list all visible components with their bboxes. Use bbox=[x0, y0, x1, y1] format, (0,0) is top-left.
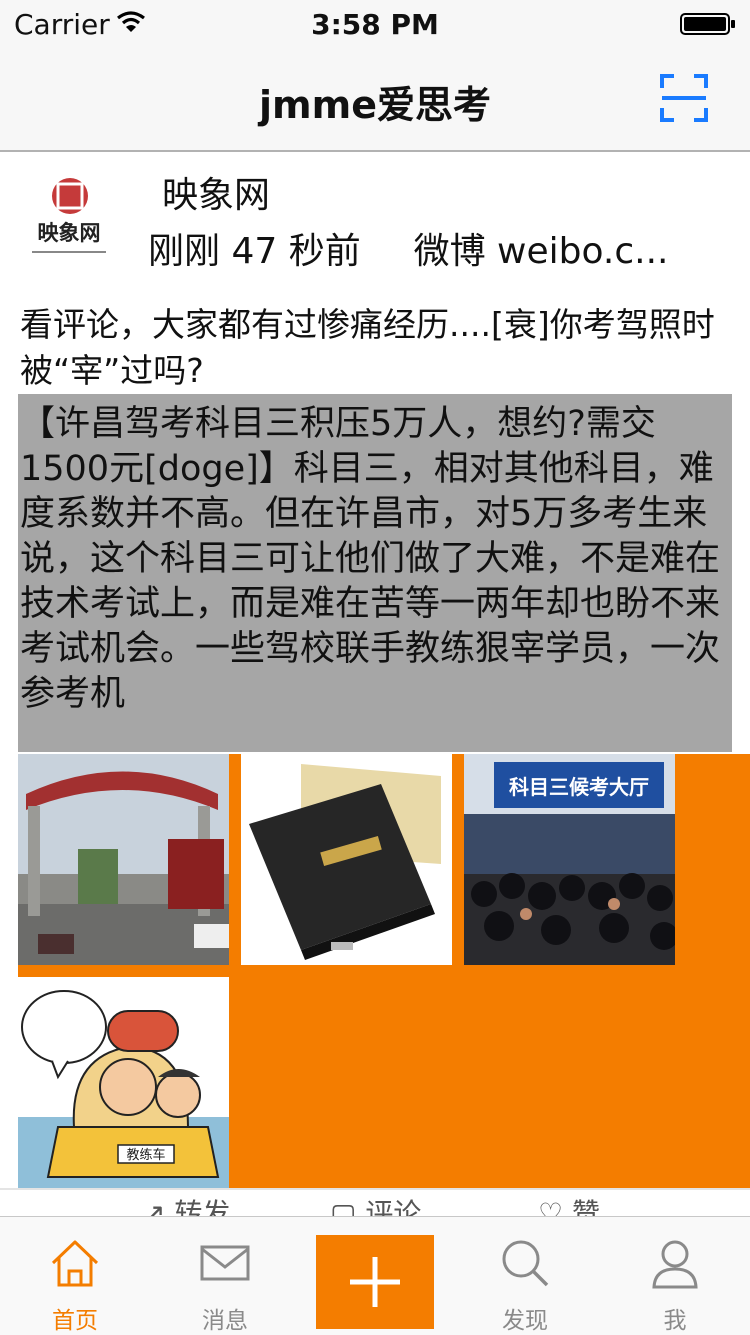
image-grid: 科目三候考大厅 教练车 bbox=[18, 754, 750, 1188]
comment-button[interactable]: ▢ 评论 bbox=[330, 1192, 421, 1216]
home-icon bbox=[51, 1240, 99, 1287]
status-bar: Carrier 3:58 PM bbox=[0, 0, 750, 50]
comment-icon: ▢ bbox=[330, 1197, 357, 1216]
post-time: 刚刚 47 秒前 bbox=[148, 231, 361, 272]
tab-discover-label: 发现 bbox=[502, 1308, 548, 1334]
search-icon bbox=[502, 1240, 549, 1287]
page-title: jmme爱思考 bbox=[259, 83, 491, 127]
repost-icon: ↗ bbox=[142, 1197, 166, 1216]
tab-me[interactable]: 我 bbox=[600, 1217, 750, 1335]
avatar[interactable]: 映象网 bbox=[20, 168, 118, 266]
tab-messages-label: 消息 bbox=[202, 1308, 248, 1334]
post-action-bar: ↗ 转发 ▢ 评论 ♡ 赞 bbox=[0, 1188, 750, 1216]
svg-text:教练车: 教练车 bbox=[126, 1147, 165, 1163]
like-button[interactable]: ♡ 赞 bbox=[538, 1192, 600, 1216]
post-text: 看评论，大家都有过惨痛经历....[衰]你考驾照时被“宰”过吗? bbox=[20, 305, 715, 390]
profile-icon bbox=[652, 1240, 698, 1289]
yingxiang-logo: 映象网 bbox=[20, 168, 118, 266]
tab-bar: 首页 消息 发现 我 bbox=[0, 1216, 750, 1335]
photo-exam-hall[interactable]: 科目三候考大厅 bbox=[464, 754, 675, 965]
post-source[interactable]: 微博 weibo.c... bbox=[414, 231, 669, 272]
like-icon: ♡ bbox=[538, 1197, 564, 1216]
photo-gate[interactable] bbox=[18, 754, 229, 965]
scan-icon[interactable] bbox=[660, 74, 708, 122]
author-name[interactable]: 映象网 bbox=[162, 166, 270, 218]
battery-icon bbox=[680, 13, 735, 35]
photo-license-book[interactable] bbox=[241, 754, 452, 965]
tab-me-label: 我 bbox=[663, 1308, 687, 1334]
quoted-post-text: 【许昌驾考科目三积压5万人，想约?需交1500元[doge]】科目三，相对其他科… bbox=[20, 404, 721, 714]
compose-button[interactable] bbox=[316, 1235, 434, 1329]
post-meta: 刚刚 47 秒前 微博 weibo.c... bbox=[148, 222, 738, 274]
photo-cartoon[interactable]: 教练车 bbox=[18, 977, 229, 1188]
repost-button[interactable]: ↗ 转发 bbox=[142, 1192, 230, 1216]
svg-text:映象网: 映象网 bbox=[38, 220, 101, 245]
quoted-post[interactable]: 【许昌驾考科目三积压5万人，想约?需交1500元[doge]】科目三，相对其他科… bbox=[18, 394, 732, 752]
tab-home[interactable]: 首页 bbox=[0, 1217, 150, 1335]
svg-text:科目三候考大厅: 科目三候考大厅 bbox=[509, 775, 649, 799]
navigation-bar: jmme爱思考 bbox=[0, 50, 750, 152]
mail-icon bbox=[200, 1245, 250, 1281]
tab-discover[interactable]: 发现 bbox=[450, 1217, 600, 1335]
tab-messages[interactable]: 消息 bbox=[150, 1217, 300, 1335]
tab-home-label: 首页 bbox=[52, 1308, 98, 1334]
feed[interactable]: 映象网 映象网 刚刚 47 秒前 微博 weibo.c... 看评论，大家都有过… bbox=[0, 152, 750, 1216]
clock: 3:58 PM bbox=[311, 8, 439, 41]
plus-icon bbox=[350, 1257, 400, 1307]
